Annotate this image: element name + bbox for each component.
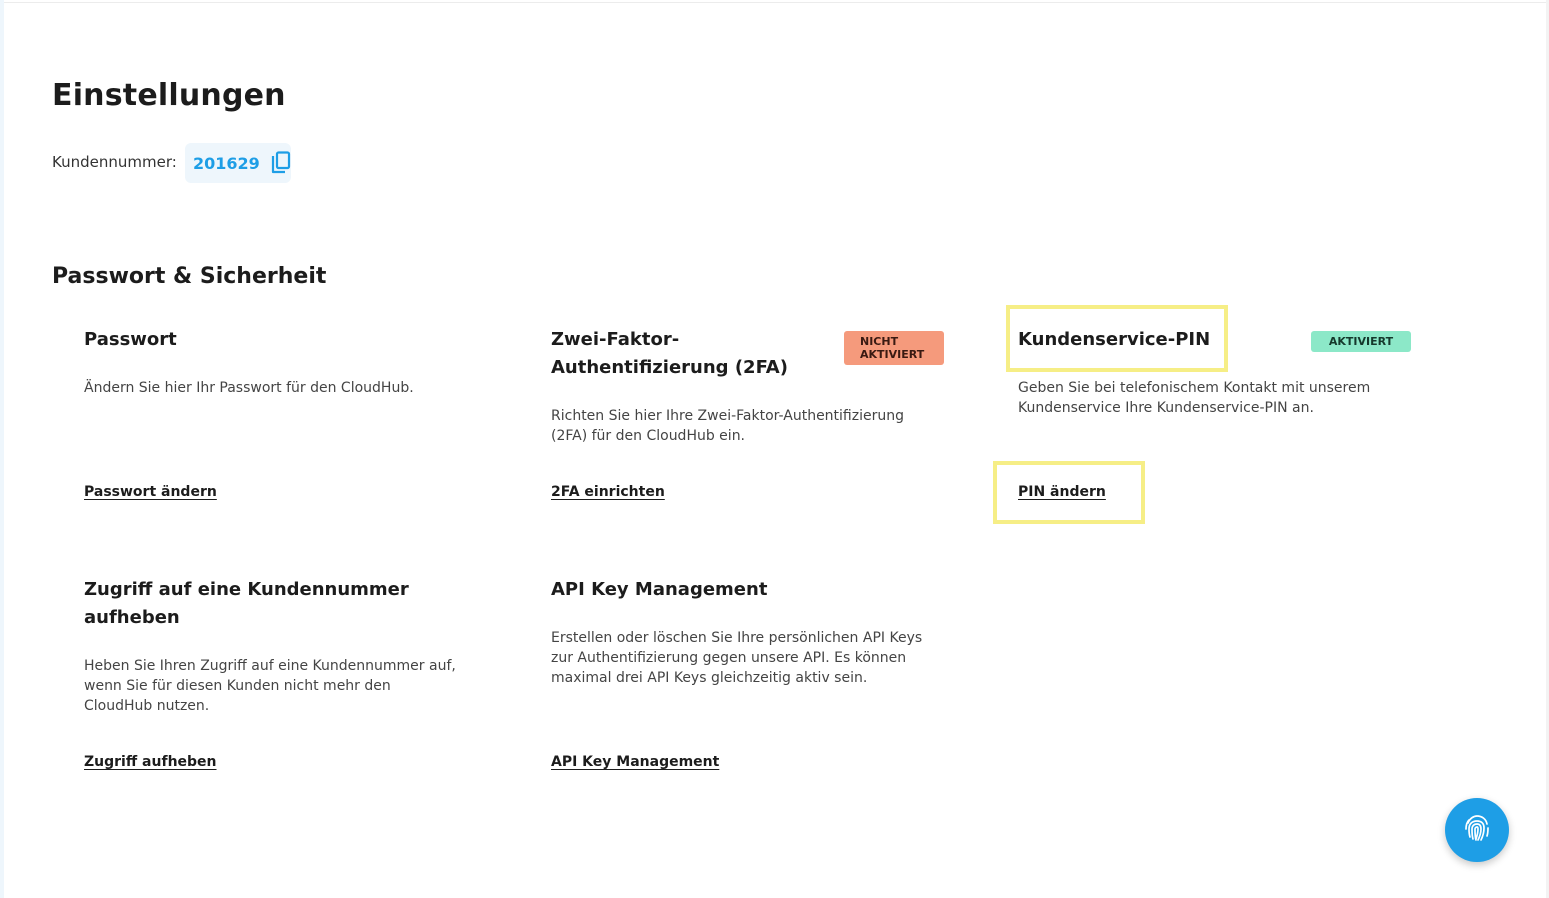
card-description-line: Geben Sie bei telefonischem Kontakt mit … bbox=[1018, 380, 1371, 396]
card-description: Ändern Sie hier Ihr Passwort für den Clo… bbox=[84, 380, 414, 396]
card-description-line: wenn Sie für diesen Kunden nicht mehr de… bbox=[84, 678, 391, 694]
highlight-box-pin-title bbox=[1006, 305, 1228, 372]
card-description-line: zur Authentifizierung gegen unsere API. … bbox=[551, 650, 907, 666]
page-title: Einstellungen bbox=[52, 78, 286, 113]
card-description: Richten Sie hier Ihre Zwei-Faktor-Authen… bbox=[551, 406, 904, 446]
badge-line: AKTIVIERT bbox=[860, 348, 925, 361]
card-description-line: Erstellen oder löschen Sie Ihre persönli… bbox=[551, 630, 923, 646]
fingerprint-fab-button[interactable] bbox=[1445, 798, 1509, 862]
card-description: Geben Sie bei telefonischem Kontakt mit … bbox=[1018, 378, 1370, 418]
badge-line: NICHT bbox=[860, 335, 899, 348]
card-title: Zugriff auf eine Kundennummer aufheben bbox=[84, 576, 409, 632]
top-divider bbox=[4, 2, 1549, 3]
api-key-management-link[interactable]: API Key Management bbox=[551, 754, 719, 770]
card-title: Passwort bbox=[84, 329, 177, 350]
card-title: API Key Management bbox=[551, 579, 768, 600]
card-api-key-management: API Key Management Erstellen oder lösche… bbox=[551, 576, 971, 776]
card-title: Zwei-Faktor- Authentifizierung (2FA) bbox=[551, 326, 788, 382]
card-description: Heben Sie Ihren Zugriff auf eine Kundenn… bbox=[84, 656, 456, 716]
card-description: Erstellen oder löschen Sie Ihre persönli… bbox=[551, 628, 922, 688]
card-title-line: Zwei-Faktor- bbox=[551, 329, 680, 350]
card-title-line: aufheben bbox=[84, 607, 180, 628]
card-description-line: Richten Sie hier Ihre Zwei-Faktor-Authen… bbox=[551, 408, 904, 424]
fingerprint-icon bbox=[1460, 811, 1494, 849]
status-badge-active: AKTIVIERT bbox=[1311, 331, 1411, 352]
card-2fa: Zwei-Faktor- Authentifizierung (2FA) NIC… bbox=[551, 326, 951, 516]
card-description-line: Heben Sie Ihren Zugriff auf eine Kundenn… bbox=[84, 658, 456, 674]
revoke-access-link[interactable]: Zugriff aufheben bbox=[84, 754, 217, 770]
card-description-line: Kundenservice Ihre Kundenservice-PIN an. bbox=[1018, 400, 1314, 416]
card-password: Passwort Ändern Sie hier Ihr Passwort fü… bbox=[84, 326, 504, 516]
card-description-line: CloudHub nutzen. bbox=[84, 698, 210, 714]
card-title-line: Authentifizierung (2FA) bbox=[551, 357, 788, 378]
card-title-line: Zugriff auf eine Kundennummer bbox=[84, 579, 409, 600]
card-description-line: maximal drei API Keys gleichzeitig aktiv… bbox=[551, 670, 868, 686]
left-edge-strip bbox=[0, 0, 4, 898]
status-badge-inactive: NICHT AKTIVIERT bbox=[844, 331, 944, 365]
card-description-line: (2FA) für den CloudHub ein. bbox=[551, 428, 746, 444]
section-title: Passwort & Sicherheit bbox=[52, 264, 327, 289]
setup-2fa-link[interactable]: 2FA einrichten bbox=[551, 484, 665, 500]
card-revoke-access: Zugriff auf eine Kundennummer aufheben H… bbox=[84, 576, 504, 776]
copy-icon[interactable] bbox=[270, 151, 292, 175]
customer-number-value: 201629 bbox=[193, 153, 260, 173]
highlight-box-pin-link bbox=[993, 461, 1145, 524]
customer-number-label: Kundennummer: bbox=[52, 153, 177, 171]
change-password-link[interactable]: Passwort ändern bbox=[84, 484, 217, 500]
customer-number-copy-button[interactable]: 201629 bbox=[185, 143, 291, 183]
